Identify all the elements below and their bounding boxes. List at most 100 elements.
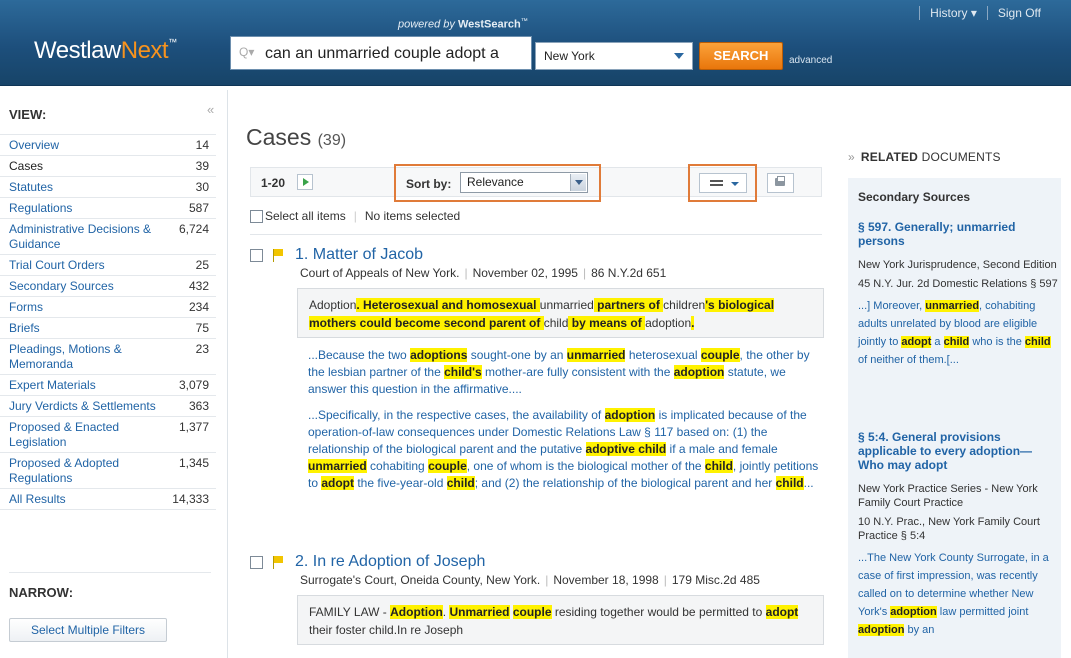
sidebar-item[interactable]: Trial Court Orders 25 — [0, 255, 216, 276]
related-item-excerpt[interactable]: ...] Moreover, unmarried, cohabiting adu… — [858, 297, 1058, 369]
sidebar-item[interactable]: Pleadings, Motions & Memoranda 23 — [0, 339, 216, 375]
content-type-list: Overview 14 Cases 39 Statutes 30 Regulations 58… — [0, 134, 216, 510]
search-term-highlight: adoption — [890, 606, 937, 618]
separator: | — [353, 209, 357, 223]
result-checkbox[interactable] — [250, 248, 263, 262]
sign-off-link[interactable]: Sign Off — [986, 6, 1051, 20]
chevron-down-icon — [570, 174, 586, 191]
text-run: mother-are fully consistent with the — [481, 365, 674, 379]
history-menu[interactable]: History ▾ — [919, 6, 987, 20]
sidebar-item[interactable]: Administrative Decisions & Guidance 6,724 — [0, 219, 216, 255]
sidebar-item-label: Pleadings, Motions & Memoranda — [9, 342, 122, 371]
sidebar-item[interactable]: Proposed & Enacted Legislation 1,377 — [0, 417, 216, 453]
result-item: 1. Matter of Jacob Court of Appeals of N… — [250, 246, 825, 492]
sidebar-item[interactable]: Overview 14 — [0, 135, 216, 156]
sidebar-item[interactable]: Regulations 587 — [0, 198, 216, 219]
select-multiple-filters-button[interactable]: Select Multiple Filters — [9, 618, 167, 642]
logo-west: Westlaw — [34, 37, 121, 64]
sidebar-item[interactable]: Forms 234 — [0, 297, 216, 318]
search-term-highlight: child — [704, 459, 733, 473]
search-term-highlight: couple — [700, 348, 740, 362]
sidebar-item-label: Jury Verdicts & Settlements — [9, 399, 156, 413]
sidebar-item-count: 30 — [195, 180, 209, 194]
sidebar-item-label: Forms — [9, 300, 43, 314]
result-checkbox[interactable] — [250, 555, 263, 569]
sidebar-item-label: All Results — [9, 492, 66, 506]
search-term-highlight: partners of — [593, 298, 664, 312]
result-snippet[interactable]: ...Specifically, in the respective cases… — [308, 407, 820, 492]
result-title[interactable]: 2. In re Adoption of Joseph — [295, 553, 485, 571]
search-input[interactable] — [265, 42, 527, 66]
sidebar-item-label: Regulations — [9, 201, 73, 215]
sidebar-item[interactable]: Jury Verdicts & Settlements 363 — [0, 396, 216, 417]
result-date: November 18, 1998 — [553, 573, 659, 587]
result-summary: Adoption. Heterosexual and homosexual un… — [297, 288, 824, 338]
text-run: Adoption — [309, 298, 357, 312]
select-all-checkbox[interactable] — [250, 209, 263, 223]
text-run: cohabiting — [366, 459, 429, 473]
text-run: unmarried — [539, 298, 594, 312]
search-term-highlight: child — [1024, 336, 1051, 348]
sidebar-item-count: 587 — [188, 201, 209, 215]
related-item-title[interactable]: § 597. Generally; unmarried persons — [858, 220, 1058, 248]
related-item-title[interactable]: § 5:4. General provisions applicable to … — [858, 430, 1058, 472]
westlawnext-logo[interactable]: WestlawNext™ — [34, 37, 177, 65]
chevron-right-icon[interactable]: » — [848, 150, 855, 164]
sidebar-item-count: 14 — [195, 138, 209, 152]
flag-icon[interactable] — [273, 555, 285, 569]
flag-icon[interactable] — [273, 248, 285, 262]
selection-status: No items selected — [364, 209, 461, 223]
next-page-button[interactable] — [297, 174, 313, 190]
results-toolbar: 1-20 Sort by: Relevance — [250, 164, 822, 202]
related-item-excerpt[interactable]: ...The New York County Surrogate, in a c… — [858, 549, 1058, 639]
select-all-label[interactable]: Select all items — [265, 209, 346, 223]
text-run: residing together would be permitted to — [551, 605, 766, 619]
search-icon[interactable]: Q▾ — [239, 45, 254, 59]
search-term-highlight: . Heterosexual and homosexual — [356, 298, 540, 312]
sidebar-item[interactable]: Secondary Sources 432 — [0, 276, 216, 297]
list-view-icon — [710, 180, 723, 186]
search-term-highlight: child — [446, 476, 475, 490]
sidebar-item-label: Statutes — [9, 180, 54, 194]
sort-label: Sort by: — [406, 177, 452, 191]
search-term-highlight: unmarried — [925, 300, 980, 312]
collapse-sidebar-icon[interactable]: « — [207, 102, 214, 117]
text-run: a — [931, 336, 944, 348]
display-options-callout — [688, 164, 757, 202]
sidebar-item[interactable]: Proposed & Adopted Regulations 1,345 — [0, 453, 216, 489]
sidebar-item-label: Overview — [9, 138, 60, 152]
sidebar-item-count: 3,079 — [178, 378, 209, 392]
result-court: Surrogate's Court, Oneida County, New Yo… — [300, 573, 541, 587]
jurisdiction-select[interactable]: New York — [535, 42, 693, 70]
divider — [250, 234, 822, 235]
sidebar-item[interactable]: Cases 39 — [0, 156, 216, 177]
sidebar-item-count: 23 — [195, 342, 209, 356]
sidebar-item-label: Secondary Sources — [9, 279, 114, 293]
sidebar-item-count: 14,333 — [172, 492, 209, 506]
result-date: November 02, 1995 — [472, 266, 578, 280]
sort-select[interactable]: Relevance — [460, 172, 588, 193]
chevron-down-icon — [674, 53, 684, 59]
related-item-source: New York Jurisprudence, Second Edition — [858, 259, 1057, 271]
search-term-highlight: child — [775, 476, 804, 490]
result-snippet[interactable]: ...Because the two adoptions sought-one … — [308, 347, 820, 398]
result-range: 1-20 — [261, 176, 286, 190]
search-term-highlight: adoptions — [410, 348, 468, 362]
sidebar-item[interactable]: Briefs 75 — [0, 318, 216, 339]
sidebar-item-label: Briefs — [9, 321, 40, 335]
sidebar-item[interactable]: Expert Materials 3,079 — [0, 375, 216, 396]
advanced-search-link[interactable]: advanced — [789, 55, 832, 66]
chevron-down-icon — [731, 182, 739, 186]
jurisdiction-value: New York — [544, 49, 595, 63]
sidebar-item-count: 39 — [195, 159, 209, 173]
related-heading-bold: RELATED — [860, 150, 919, 164]
sidebar-item[interactable]: All Results 14,333 — [0, 489, 216, 510]
result-title[interactable]: 1. Matter of Jacob — [295, 246, 423, 264]
text-run: who is the — [969, 336, 1025, 348]
display-options-select[interactable] — [699, 173, 747, 193]
print-button[interactable] — [767, 173, 794, 193]
search-button[interactable]: SEARCH — [699, 42, 783, 70]
sidebar-item[interactable]: Statutes 30 — [0, 177, 216, 198]
search-term-highlight: adopt — [901, 336, 932, 348]
search-term-highlight: adoption — [673, 365, 725, 379]
